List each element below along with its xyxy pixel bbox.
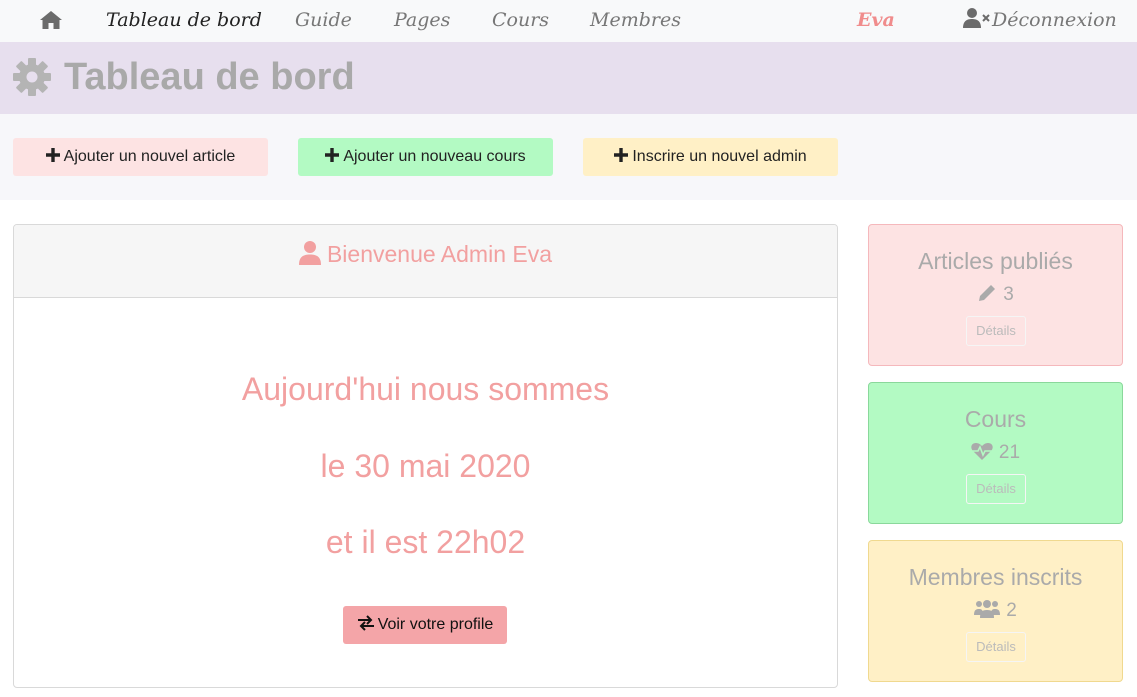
add-cours-button[interactable]: Ajouter un nouveau cours — [298, 138, 553, 176]
nav-item-cours[interactable]: Cours — [492, 0, 549, 42]
time-value: et il est 22h02 — [325, 524, 526, 560]
users-icon — [974, 600, 1001, 618]
top-navbar: Tableau de bord Guide Pages Cours Membre… — [0, 0, 1137, 42]
plus-icon — [325, 148, 340, 162]
heartbeat-icon — [971, 443, 993, 460]
stat-card-cours: Cours 21 Détails — [868, 382, 1123, 524]
view-profile-label: Voir votre profile — [377, 616, 494, 633]
details-button[interactable]: Détails — [966, 474, 1026, 504]
logout-label: Déconnexion — [992, 9, 1117, 31]
exchange-icon — [357, 615, 374, 631]
page-header: Tableau de bord — [0, 42, 1137, 114]
welcome-heading: Bienvenue Admin Eva — [14, 239, 837, 269]
add-cours-label: Ajouter un nouveau cours — [343, 148, 526, 165]
plus-icon — [614, 148, 629, 162]
page-title: Tableau de bord — [64, 56, 355, 98]
nav-item-pages[interactable]: Pages — [394, 0, 450, 42]
card-count: 3 — [1003, 284, 1014, 305]
home-icon[interactable] — [39, 9, 63, 31]
card-count: 2 — [1006, 600, 1017, 621]
action-bar: Ajouter un nouvel article Ajouter un nou… — [0, 114, 1137, 200]
card-title: Cours — [964, 406, 1027, 432]
view-profile-button[interactable]: Voir votre profile — [343, 606, 507, 644]
logout-link[interactable]: Déconnexion — [962, 0, 1117, 42]
stat-card-articles: Articles publiés 3 Détails — [868, 224, 1123, 366]
welcome-panel-header: Bienvenue Admin Eva — [14, 225, 837, 298]
card-title: Articles publiés — [918, 248, 1073, 274]
date-intro: Aujourd'hui nous sommes — [241, 371, 610, 407]
card-count-row: 21 — [869, 441, 1122, 465]
nav-user-name[interactable]: Eva — [857, 0, 895, 42]
gear-icon — [13, 58, 51, 96]
nav-item-tableau-de-bord[interactable]: Tableau de bord — [106, 0, 262, 42]
card-count: 21 — [998, 442, 1021, 463]
nav-item-membres[interactable]: Membres — [590, 0, 681, 42]
card-title: Membres inscrits — [908, 564, 1083, 590]
user-icon — [298, 241, 321, 265]
add-admin-button[interactable]: Inscrire un nouvel admin — [583, 138, 838, 176]
welcome-panel: Bienvenue Admin Eva Aujourd'hui nous som… — [13, 224, 838, 688]
details-button[interactable]: Détails — [966, 632, 1026, 662]
pencil-icon — [979, 285, 996, 301]
plus-icon — [45, 148, 60, 162]
date-value: le 30 mai 2020 — [320, 448, 531, 484]
add-article-label: Ajouter un nouvel article — [63, 148, 236, 165]
add-admin-label: Inscrire un nouvel admin — [632, 148, 807, 165]
welcome-text: Bienvenue Admin Eva — [326, 241, 553, 267]
user-times-icon — [963, 8, 990, 28]
details-button[interactable]: Détails — [966, 316, 1026, 346]
nav-item-guide[interactable]: Guide — [295, 0, 352, 42]
add-article-button[interactable]: Ajouter un nouvel article — [13, 138, 268, 176]
card-count-row: 3 — [869, 283, 1122, 307]
card-count-row: 2 — [869, 599, 1122, 623]
stat-card-membres: Membres inscrits 2 Détails — [868, 540, 1123, 682]
